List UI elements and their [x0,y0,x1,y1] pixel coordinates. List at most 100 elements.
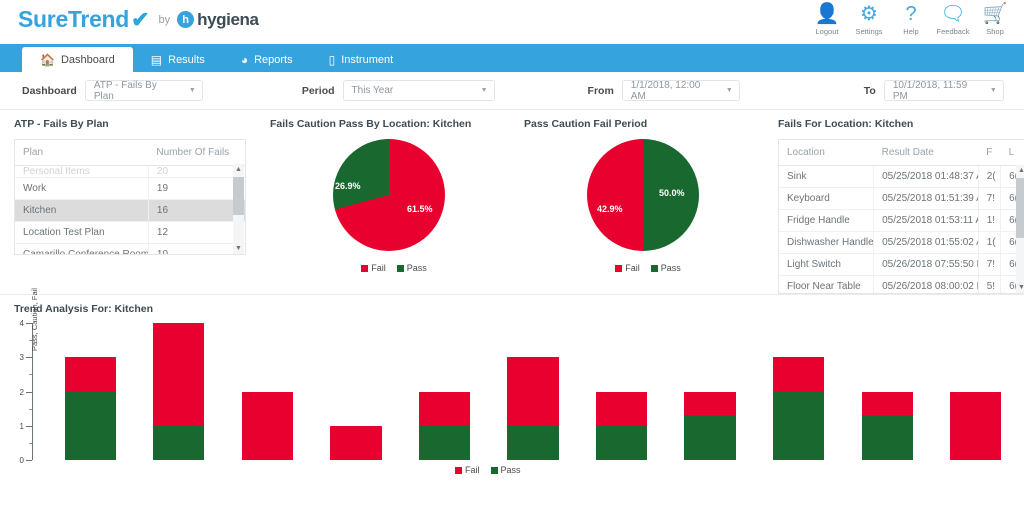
check-icon: ✔ [131,6,150,32]
chevron-down-icon: ▼ [725,87,733,94]
table-row-selected[interactable]: Kitchen 16 [15,199,245,222]
to-date-input[interactable]: 10/1/2018, 11:59 PM ▼ [883,80,1004,102]
column-header-f[interactable]: F [978,140,1001,166]
trend-bar[interactable] [418,391,471,460]
cell-result-date: 05/25/2018 01:53:11 A… [873,209,979,232]
legend-item-pass[interactable]: Pass [650,263,681,273]
table-row[interactable]: Sink 05/25/2018 01:48:37 A… 2( 6( [779,165,1024,188]
trend-bar[interactable] [861,391,913,460]
fails-for-location-table[interactable]: Location Result Date F L Sink 05/25/2018… [778,139,1024,294]
trend-bar-segment-fail [861,391,913,416]
cell-f: 2( [977,165,1001,188]
scroll-down-arrow-icon[interactable]: ▼ [1016,282,1024,293]
tab-instrument[interactable]: ▯ Instrument [311,48,412,72]
cell-f: 1! [977,209,1001,232]
table-row[interactable]: Location Test Plan 12 [15,221,245,244]
column-header-fails[interactable]: Number Of Fails [148,140,245,166]
trend-bar[interactable] [153,323,205,460]
y-minor-tick [29,374,32,375]
logout-button[interactable]: 👤 Logout [806,2,848,36]
table-row[interactable]: Keyboard 05/25/2018 01:51:39 A… 7! 6( [779,187,1024,210]
column-header-result-date[interactable]: Result Date [873,140,979,166]
feedback-button[interactable]: 🗨 Feedback [932,2,974,36]
tab-reports[interactable]: ◕ Reports [223,48,311,72]
cell-result-date: 05/25/2018 01:48:37 A… [873,165,979,188]
trend-bar[interactable] [507,357,559,460]
scroll-up-arrow-icon[interactable]: ▲ [233,164,244,175]
trend-bar[interactable] [772,357,825,460]
legend-swatch-fail [455,467,462,475]
trend-bar[interactable] [595,391,648,460]
cell-location: Light Switch [779,253,874,276]
app-logo[interactable]: SureTrend ✔ by h hygiena [18,6,259,33]
shop-button[interactable]: 🛒 Shop [974,2,1016,36]
table-row[interactable]: Floor Near Table 05/26/2018 08:00:02 PM … [779,275,1024,293]
column-header-l[interactable]: L [1000,140,1024,166]
cell-result-date: 05/26/2018 07:55:50 PM [873,253,979,276]
legend-item-fail[interactable]: Fail [361,263,386,273]
chevron-down-icon: ▼ [989,87,997,94]
trend-bar[interactable] [241,391,294,460]
y-tick-0 [26,460,32,461]
reports-pie-icon: ◕ [240,53,249,67]
help-label: Help [903,27,919,36]
trend-bar-segment-fail [64,357,116,392]
hygiena-logo: h hygiena [177,9,259,30]
scroll-up-arrow-icon[interactable]: ▲ [1016,165,1024,176]
help-icon: ? [905,3,917,25]
trend-bar[interactable] [330,425,382,460]
tab-dashboard[interactable]: 🏠 Dashboard [22,47,133,72]
table-row-clipped[interactable]: Personal Items 20 [15,165,245,178]
legend-item-fail[interactable]: Fail [615,263,640,273]
vertical-scrollbar-thumb[interactable] [233,177,244,215]
y-minor-tick [29,443,32,444]
y-tick-label-0: 0 [19,456,24,465]
period-filter: Period This Year ▼ [302,80,495,101]
settings-label: Settings [855,27,883,36]
cell-plan: Camarillo Conference Room [15,243,149,254]
table-header-row: Plan Number Of Fails [15,140,245,166]
tab-results[interactable]: ▤ Results [133,48,223,72]
to-filter-label: To [863,84,876,97]
legend-swatch-fail [361,265,369,273]
to-filter: To 10/1/2018, 11:59 PM ▼ [863,80,1004,102]
table-row[interactable]: Work 19 [15,177,245,200]
legend-item-pass[interactable]: Pass [490,465,521,475]
pie-period-chart[interactable]: 50.0% 42.9% [524,139,752,257]
trend-bar-segment-fail [153,323,205,426]
widget-fails-by-plan: ATP - Fails By Plan Plan Number Of Fails… [0,110,256,294]
legend-swatch-pass [490,467,498,475]
trend-bar-segment-fail [950,391,1002,460]
from-date-input[interactable]: 1/1/2018, 12:00 AM ▼ [621,80,740,102]
cell-result-date: 05/25/2018 01:51:39 A… [873,187,979,210]
scroll-down-arrow-icon[interactable]: ▼ [233,243,244,254]
hygiena-name: hygiena [197,9,259,29]
trend-analysis-title: Trend Analysis For: Kitchen [14,303,154,315]
column-header-location[interactable]: Location [779,140,874,166]
table-row[interactable]: Light Switch 05/26/2018 07:55:50 PM 7! 6… [779,253,1024,276]
pie-chart-location[interactable]: 61.5% 26.9% [333,139,445,251]
table-row[interactable]: Dishwasher Handle 05/25/2018 01:55:02 A…… [779,231,1024,254]
table-row[interactable]: Camarillo Conference Room 10 [15,243,245,254]
legend-item-fail[interactable]: Fail [455,465,480,475]
trend-bar-segment-fail [595,391,648,426]
trend-bar[interactable] [684,391,736,460]
legend-item-pass[interactable]: Pass [396,263,427,273]
pie-chart-period[interactable]: 50.0% 42.9% [587,139,699,251]
shop-label: Shop [986,27,1004,36]
dashboard-select[interactable]: ATP - Fails By Plan ▼ [84,80,203,102]
vertical-scrollbar-thumb[interactable] [1016,178,1024,238]
trend-bar-segment-fail [241,391,294,460]
help-button[interactable]: ? Help [890,2,932,36]
cell-f: 7! [977,187,1001,210]
fails-by-plan-table[interactable]: Plan Number Of Fails Personal Items 20 W… [14,139,246,255]
pie-location-chart[interactable]: 61.5% 26.9% [270,139,498,257]
trend-bar[interactable] [64,357,116,460]
table-row[interactable]: Fridge Handle 05/25/2018 01:53:11 A… 1! … [779,209,1024,232]
settings-button[interactable]: ⚙ Settings [848,2,890,36]
trend-bar[interactable] [950,391,1002,460]
y-minor-tick [29,409,32,410]
period-select[interactable]: This Year ▼ [342,80,495,101]
column-header-plan[interactable]: Plan [15,140,149,166]
home-icon: 🏠 [40,52,55,67]
